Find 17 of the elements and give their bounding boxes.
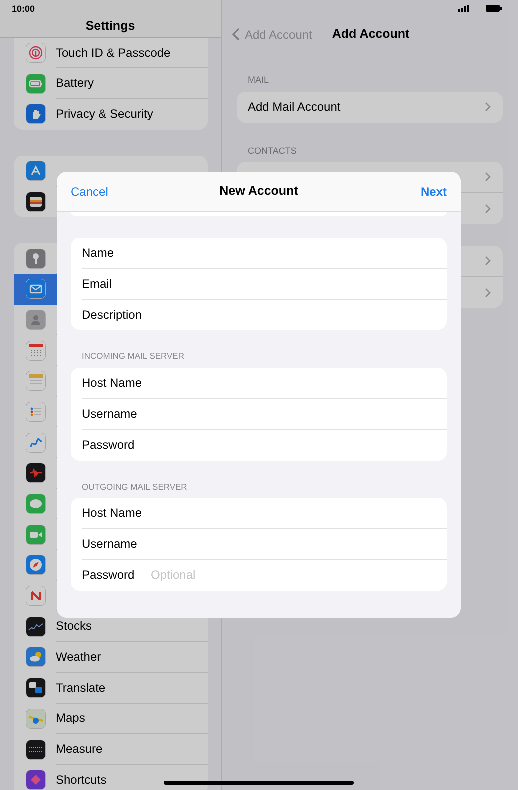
sidebar-title: Settings — [86, 18, 136, 35]
row-label: Weather — [56, 648, 102, 666]
row-label: Translate — [56, 680, 106, 697]
row-label: Maps — [56, 710, 86, 728]
page-title: Add Account — [332, 26, 410, 44]
row-label: Stocks — [56, 618, 92, 636]
row-label: Touch ID & Passcode — [56, 44, 171, 62]
dialog-title: New Account — [220, 183, 298, 200]
section-header: MAIL — [247, 74, 270, 87]
row-label: Privacy & Security — [56, 106, 154, 124]
section-header: OUTGOING MAIL SERVER — [81, 480, 188, 494]
section-header: CONTACTS — [247, 144, 298, 158]
section-header: INCOMING MAIL SERVER — [81, 350, 186, 364]
row-label: Shortcuts — [56, 772, 107, 790]
status-time: 10:00 — [12, 3, 36, 16]
row-label: Measure — [56, 741, 103, 758]
row-label: Battery — [56, 75, 94, 92]
